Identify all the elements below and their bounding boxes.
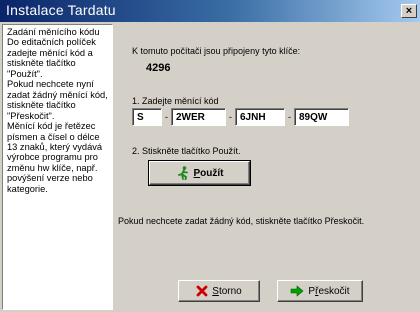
use-button-label: Použít bbox=[193, 167, 224, 179]
step1-label: 1. Zadejte měnící kód bbox=[132, 96, 219, 106]
key-code: 4296 bbox=[146, 62, 171, 74]
code-field-4[interactable] bbox=[294, 108, 349, 126]
code-field-2[interactable] bbox=[171, 108, 226, 126]
help-panel: Zadání měnícího kódu Do editačních políč… bbox=[2, 24, 113, 310]
title-bar: Instalace Tardatu × bbox=[0, 0, 420, 22]
running-man-icon bbox=[176, 166, 190, 180]
code-field-3[interactable] bbox=[235, 108, 285, 126]
skip-button-label: Přeskočit bbox=[308, 285, 350, 297]
code-separator: - bbox=[165, 112, 168, 122]
step2-label: 2. Stiskněte tlačítko Použít. bbox=[132, 146, 241, 156]
code-separator: - bbox=[288, 112, 291, 122]
close-icon: × bbox=[405, 5, 413, 17]
skip-note: Pokud nechcete zadat žádný kód, stisknět… bbox=[118, 216, 365, 226]
close-button[interactable]: × bbox=[401, 4, 417, 18]
green-arrow-icon bbox=[290, 285, 304, 297]
code-field-1[interactable] bbox=[132, 108, 162, 126]
keys-label: K tomuto počítači jsou připojeny tyto kl… bbox=[132, 46, 301, 56]
use-button[interactable]: Použít bbox=[148, 160, 251, 186]
cancel-button[interactable]: Storno bbox=[178, 280, 260, 302]
code-separator: - bbox=[229, 112, 232, 122]
skip-button[interactable]: Přeskočit bbox=[277, 280, 363, 302]
cancel-button-label: Storno bbox=[212, 285, 242, 297]
red-x-icon bbox=[196, 285, 208, 297]
window-title: Instalace Tardatu bbox=[6, 2, 116, 18]
